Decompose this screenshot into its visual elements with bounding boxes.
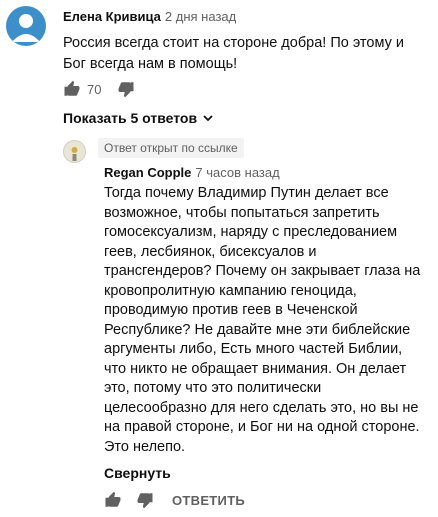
reply-header: Regan Copple 7 часов назад: [104, 164, 280, 182]
reply-like-button[interactable]: [104, 491, 122, 509]
comment-actions: 70: [63, 80, 135, 98]
thumb-down-icon: [137, 493, 153, 509]
show-replies-label: Показать 5 ответов: [63, 110, 198, 126]
dislike-button[interactable]: [117, 80, 135, 98]
avatar-image-icon: [69, 145, 80, 161]
show-replies-button[interactable]: Показать 5 ответов: [63, 110, 216, 126]
chevron-down-icon: [203, 115, 213, 122]
reply-time[interactable]: 7 часов назад: [195, 165, 279, 180]
comment-text: Россия всегда стоит на стороне добра! По…: [63, 35, 404, 72]
thumb-up-icon: [64, 80, 80, 96]
like-button[interactable]: [63, 80, 81, 98]
avatar-elena[interactable]: [6, 6, 46, 46]
avatar-regan[interactable]: [63, 140, 86, 163]
linked-reply-badge: Ответ открыт по ссылке: [98, 138, 244, 158]
comment-header: Елена Кривица 2 дня назад: [63, 8, 236, 26]
avatar-person-icon: [12, 14, 40, 42]
reply-author[interactable]: Regan Copple: [104, 165, 191, 180]
reply-dislike-button[interactable]: [136, 491, 154, 509]
thumb-down-icon: [118, 82, 134, 98]
reply-button[interactable]: ОТВЕТИТЬ: [172, 493, 245, 508]
collapse-button[interactable]: Свернуть: [104, 465, 171, 481]
comment-author[interactable]: Елена Кривица: [63, 9, 161, 24]
reply-actions: ОТВЕТИТЬ: [104, 491, 245, 509]
like-count: 70: [87, 81, 102, 97]
comment-time[interactable]: 2 дня назад: [165, 9, 236, 24]
thumb-up-icon: [105, 491, 121, 507]
reply-text: Тогда почему Владимир Путин делает все в…: [104, 185, 421, 455]
